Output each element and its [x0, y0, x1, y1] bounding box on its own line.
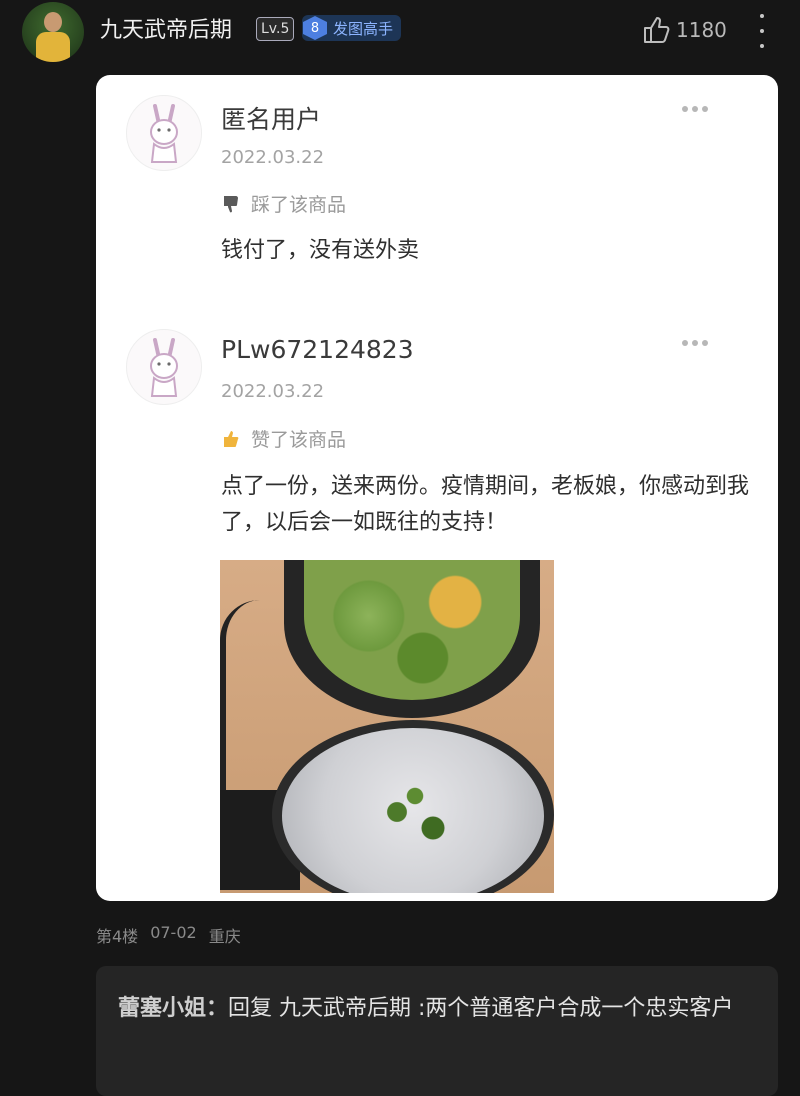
- review-action-text: 赞了该商品: [251, 429, 347, 451]
- review-action-text: 踩了该商品: [251, 194, 347, 216]
- floor-date: 07-02: [150, 923, 197, 942]
- screenshot-card: 匿名用户 2022.03.22 踩了该商品 钱付了，没有送外卖 PLw67212…: [96, 75, 778, 901]
- review-text: 钱付了，没有送外卖: [221, 238, 420, 263]
- more-options-icon[interactable]: [752, 14, 772, 48]
- like-button[interactable]: 1180: [642, 15, 727, 45]
- post-header: 九天武帝后期 Lv.5 8 发图高手 1180: [0, 0, 800, 64]
- like-count: 1180: [676, 18, 727, 42]
- reply-text: 回复 九天武帝后期 :两个普通客户合成一个忠实客户: [228, 996, 734, 1021]
- review-action: 踩了该商品: [221, 190, 346, 217]
- reply-content: 蕾塞小姐：回复 九天武帝后期 :两个普通客户合成一个忠实客户: [118, 980, 758, 1038]
- floor-location: 重庆: [208, 927, 241, 946]
- level-badge: Lv.5: [256, 17, 295, 41]
- thumbs-up-icon: [644, 17, 670, 43]
- title-badge-text: 发图高手: [333, 19, 394, 38]
- review-date: 2022.03.22: [221, 147, 325, 168]
- reviewer-name: 匿名用户: [221, 105, 322, 134]
- review-action: 赞了该商品: [221, 425, 346, 452]
- food-photo[interactable]: [220, 560, 554, 893]
- title-badge: 8 发图高手: [302, 15, 402, 41]
- reply-box[interactable]: 蕾塞小姐：回复 九天武帝后期 :两个普通客户合成一个忠实客户: [96, 966, 778, 1096]
- review-text: 点了一份，送来两份。疫情期间，老板娘，你感动到我了，以后会一如既往的支持！: [221, 474, 750, 535]
- review-more-icon[interactable]: [682, 106, 708, 112]
- kangaroo-avatar-icon: [126, 329, 202, 405]
- kangaroo-avatar-icon: [126, 95, 202, 171]
- reply-author[interactable]: 蕾塞小姐：: [118, 996, 228, 1021]
- thumbs-up-icon: [224, 430, 239, 447]
- review-more-icon[interactable]: [682, 340, 708, 346]
- reviewer-name: PLw672124823: [221, 335, 414, 364]
- user-avatar[interactable]: [22, 2, 84, 62]
- thumbs-down-icon: [224, 195, 238, 212]
- floor-number: 第4楼: [96, 927, 139, 946]
- review-date: 2022.03.22: [221, 381, 325, 402]
- username[interactable]: 九天武帝后期: [100, 12, 232, 44]
- title-badge-number: 8: [303, 16, 327, 40]
- floor-info: 第4楼 07-02 重庆: [96, 923, 241, 947]
